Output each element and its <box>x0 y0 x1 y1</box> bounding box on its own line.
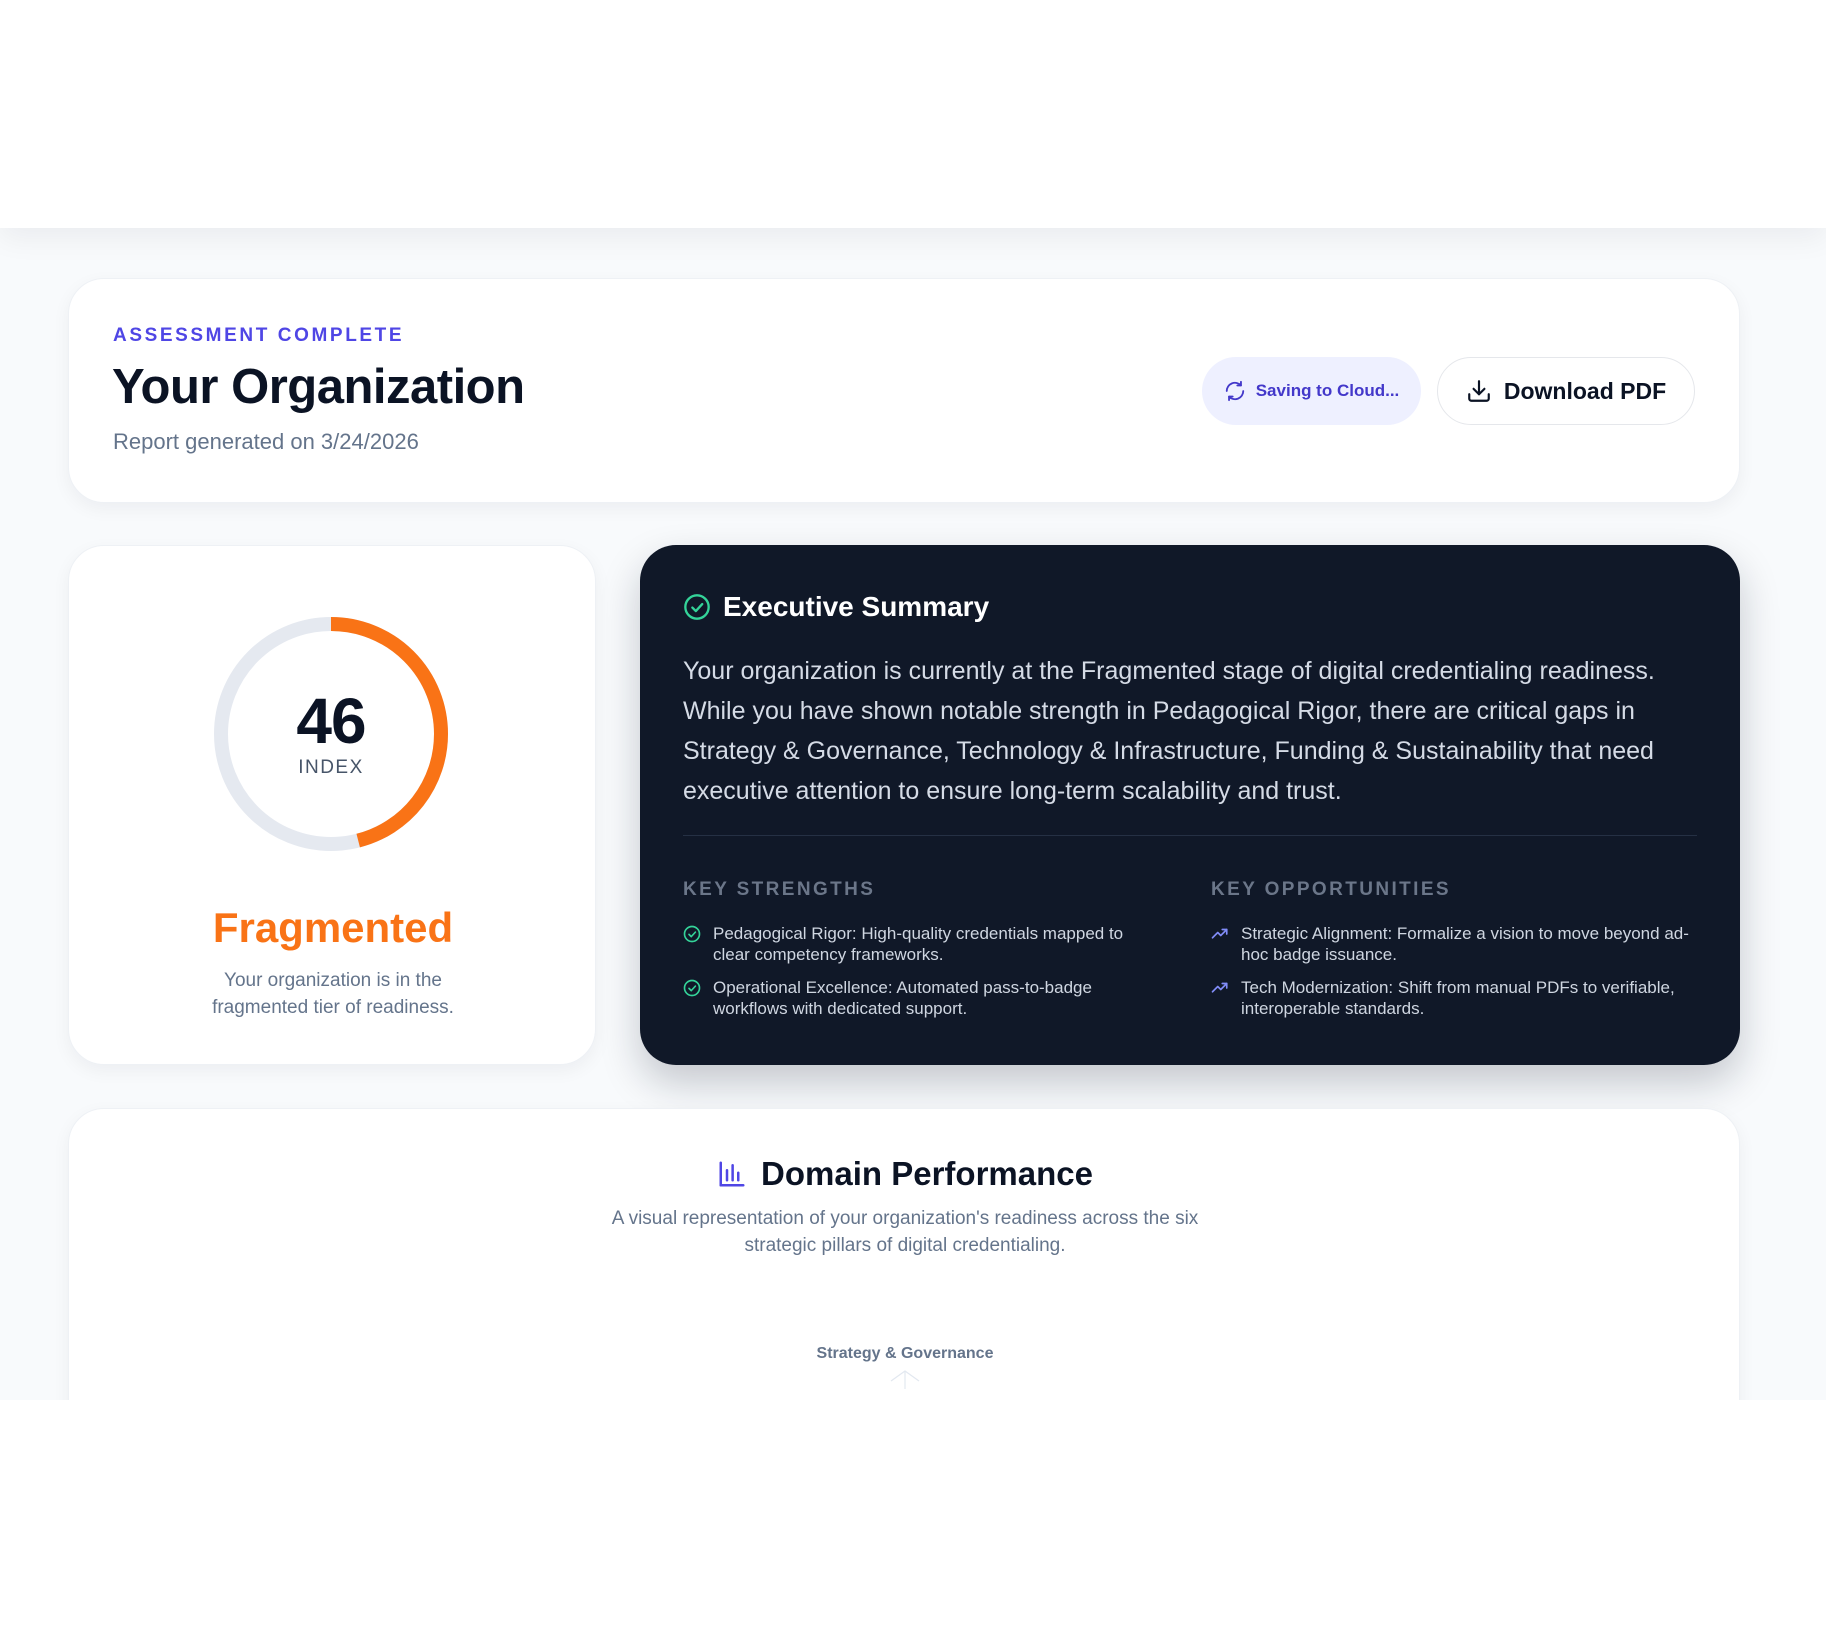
executive-summary-text: Your organization is currently at the Fr… <box>683 657 1655 805</box>
list-item: Strategic Alignment: Formalize a vision … <box>1211 923 1691 965</box>
radar-axis-label: Strategy & Governance <box>816 1345 994 1362</box>
report-date: Report generated on 3/24/2026 <box>113 429 419 454</box>
check-circle-icon <box>683 593 711 621</box>
key-strengths-title: KEY STRENGTHS <box>683 879 876 900</box>
trending-up-icon <box>1211 979 1229 997</box>
saving-to-cloud-button[interactable]: Saving to Cloud... <box>1202 357 1421 425</box>
check-circle-icon <box>683 925 701 943</box>
page-title: Your Organization <box>112 360 525 414</box>
trending-up-icon <box>1211 925 1229 943</box>
saving-label: Saving to Cloud... <box>1255 381 1400 400</box>
executive-summary-card: Executive Summary Your organization is c… <box>640 545 1740 1065</box>
report-header-card: ASSESSMENT COMPLETE Your Organization Re… <box>68 278 1740 503</box>
opportunity-text: Strategic Alignment: Formalize a vision … <box>1241 924 1689 964</box>
report-page: ASSESSMENT COMPLETE Your Organization Re… <box>0 228 1826 1400</box>
list-item: Pedagogical Rigor: High-quality credenti… <box>683 923 1153 965</box>
strength-text: Operational Excellence: Automated pass-t… <box>713 978 1092 1018</box>
domain-performance-subtitle: A visual representation of your organiza… <box>611 1208 1199 1256</box>
download-icon <box>1466 378 1492 404</box>
download-label: Download PDF <box>1503 377 1667 404</box>
opportunity-text: Tech Modernization: Shift from manual PD… <box>1241 978 1675 1018</box>
readiness-tier: Fragmented <box>212 904 454 951</box>
score-index-label: INDEX <box>298 757 364 778</box>
score-value: 46 <box>296 685 366 757</box>
score-gauge: 46 INDEX <box>211 614 451 854</box>
divider <box>683 835 1697 836</box>
domain-performance-heading: Domain Performance <box>69 1155 1741 1193</box>
bar-chart-icon <box>717 1159 747 1189</box>
executive-summary-heading: Executive Summary <box>683 591 989 623</box>
list-item: Operational Excellence: Automated pass-t… <box>683 977 1153 1019</box>
domain-performance-title: Domain Performance <box>761 1155 1093 1192</box>
radar-chart-top <box>890 1370 920 1389</box>
key-opportunities-list: Strategic Alignment: Formalize a vision … <box>1211 923 1691 1031</box>
download-pdf-button[interactable]: Download PDF <box>1437 357 1695 425</box>
list-item: Tech Modernization: Shift from manual PD… <box>1211 977 1691 1019</box>
strength-text: Pedagogical Rigor: High-quality credenti… <box>713 924 1124 964</box>
tier-description: Your organization is in the fragmented t… <box>212 970 454 1018</box>
key-strengths-list: Pedagogical Rigor: High-quality credenti… <box>683 923 1153 1031</box>
assessment-status-label: ASSESSMENT COMPLETE <box>113 325 405 346</box>
key-opportunities-title: KEY OPPORTUNITIES <box>1211 879 1451 900</box>
check-circle-icon <box>683 979 701 997</box>
sync-icon <box>1224 380 1246 402</box>
readiness-score-card: 46 INDEX Fragmented Your organization is… <box>68 545 596 1065</box>
top-bar <box>0 0 1826 228</box>
page-footer-area <box>0 1400 1826 1628</box>
executive-summary-title: Executive Summary <box>723 591 990 622</box>
domain-performance-card: Domain Performance A visual representati… <box>68 1108 1740 1400</box>
